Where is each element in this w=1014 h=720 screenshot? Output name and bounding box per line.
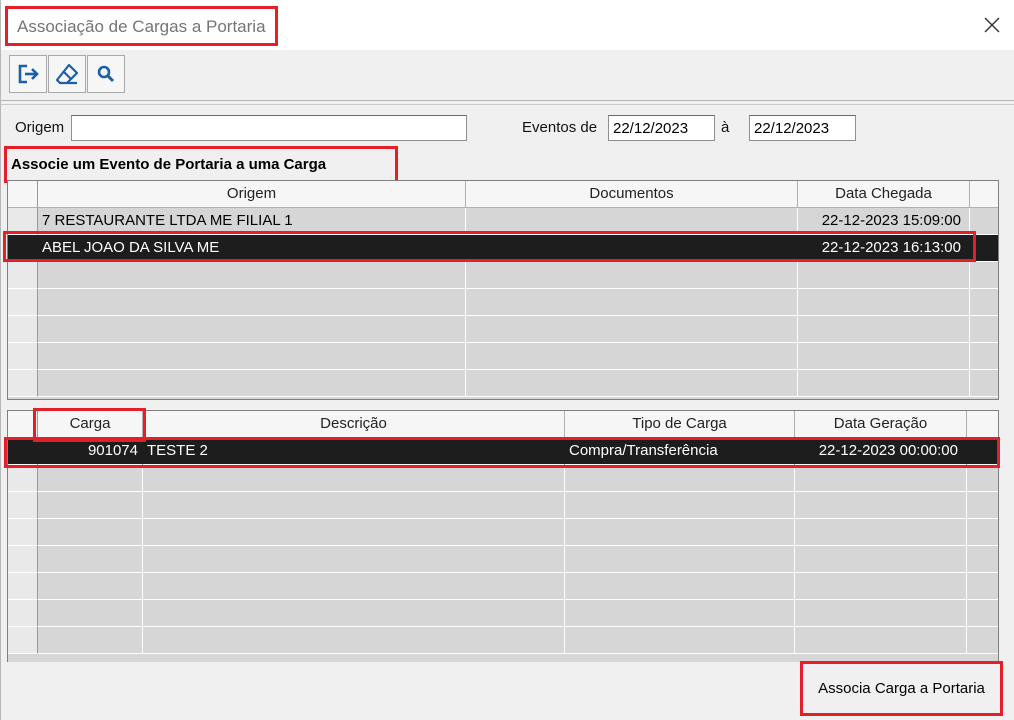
row-indicator xyxy=(8,208,38,235)
exit-button[interactable] xyxy=(9,55,47,93)
close-icon xyxy=(984,17,1000,33)
cell-spacer xyxy=(970,208,998,235)
search-button[interactable] xyxy=(87,55,125,93)
cell-tipo-carga: Compra/Transferência xyxy=(565,438,795,465)
table-row-selected[interactable]: ABEL JOAO DA SILVA ME 22-12-2023 16:13:0… xyxy=(8,235,998,262)
table-row[interactable]: 7 RESTAURANTE LTDA ME FILIAL 1 22-12-202… xyxy=(8,208,998,235)
window-title: Associação de Cargas a Portaria xyxy=(5,6,278,46)
date-from-input[interactable] xyxy=(608,115,715,141)
cell-carga: 901074 xyxy=(38,438,143,465)
column-header-spacer xyxy=(970,181,998,208)
table-row-empty xyxy=(8,546,998,573)
row-indicator-header xyxy=(8,411,38,438)
clear-button[interactable] xyxy=(48,55,86,93)
cell-documentos xyxy=(466,235,798,262)
cell-data-chegada: 22-12-2023 15:09:00 xyxy=(798,208,970,235)
between-label: à xyxy=(721,119,730,136)
column-header-data-chegada[interactable]: Data Chegada xyxy=(798,181,970,208)
table-row-empty xyxy=(8,492,998,519)
exit-icon xyxy=(18,64,39,84)
column-header-data-geracao[interactable]: Data Geração xyxy=(795,411,967,438)
date-to-input[interactable] xyxy=(749,115,856,141)
row-indicator-header xyxy=(8,181,38,208)
table-row-empty xyxy=(8,343,998,370)
column-header-documentos[interactable]: Documentos xyxy=(466,181,798,208)
table-row-selected[interactable]: 901074 TESTE 2 Compra/Transferência 22-1… xyxy=(8,438,998,465)
toolbar xyxy=(1,51,1014,101)
title-bar: Associação de Cargas a Portaria xyxy=(1,0,1014,50)
cell-data-chegada: 22-12-2023 16:13:00 xyxy=(798,235,970,262)
cell-spacer xyxy=(970,235,998,262)
origem-input[interactable] xyxy=(71,115,467,141)
events-grid: Origem Documentos Data Chegada 7 RESTAUR… xyxy=(7,180,999,400)
cargas-grid: Carga Descrição Tipo de Carga Data Geraç… xyxy=(7,410,999,663)
table-row-empty xyxy=(8,289,998,316)
section-title: Associe um Evento de Portaria a uma Carg… xyxy=(4,146,398,183)
search-icon xyxy=(97,65,115,83)
origem-label: Origem xyxy=(15,119,65,136)
table-row-empty xyxy=(8,600,998,627)
dialog-window: Associação de Cargas a Portaria Origem E… xyxy=(0,0,1014,720)
row-indicator xyxy=(8,438,38,465)
eventos-label: Eventos de xyxy=(522,119,598,136)
table-row-empty xyxy=(8,262,998,289)
column-header-descricao[interactable]: Descrição xyxy=(143,411,565,438)
table-row-empty xyxy=(8,465,998,492)
eraser-icon xyxy=(55,63,79,85)
close-button[interactable] xyxy=(979,12,1005,38)
associate-carga-button[interactable]: Associa Carga a Portaria xyxy=(800,661,1003,716)
column-header-tipo-carga[interactable]: Tipo de Carga xyxy=(565,411,795,438)
table-row-empty xyxy=(8,627,998,654)
row-indicator xyxy=(8,235,38,262)
table-row-empty xyxy=(8,519,998,546)
column-header-origem[interactable]: Origem xyxy=(38,181,466,208)
divider xyxy=(1,104,1014,105)
table-row-empty xyxy=(8,370,998,397)
cell-documentos xyxy=(466,208,798,235)
cell-origem: 7 RESTAURANTE LTDA ME FILIAL 1 xyxy=(38,208,466,235)
cell-spacer xyxy=(967,438,998,465)
table-row-empty xyxy=(8,316,998,343)
cell-descricao: TESTE 2 xyxy=(143,438,565,465)
cell-data-geracao: 22-12-2023 00:00:00 xyxy=(795,438,967,465)
column-header-carga[interactable]: Carga xyxy=(38,411,143,438)
cargas-grid-header: Carga Descrição Tipo de Carga Data Geraç… xyxy=(8,411,998,438)
table-row-empty xyxy=(8,573,998,600)
events-grid-header: Origem Documentos Data Chegada xyxy=(8,181,998,208)
cell-origem: ABEL JOAO DA SILVA ME xyxy=(38,235,466,262)
column-header-spacer xyxy=(967,411,998,438)
